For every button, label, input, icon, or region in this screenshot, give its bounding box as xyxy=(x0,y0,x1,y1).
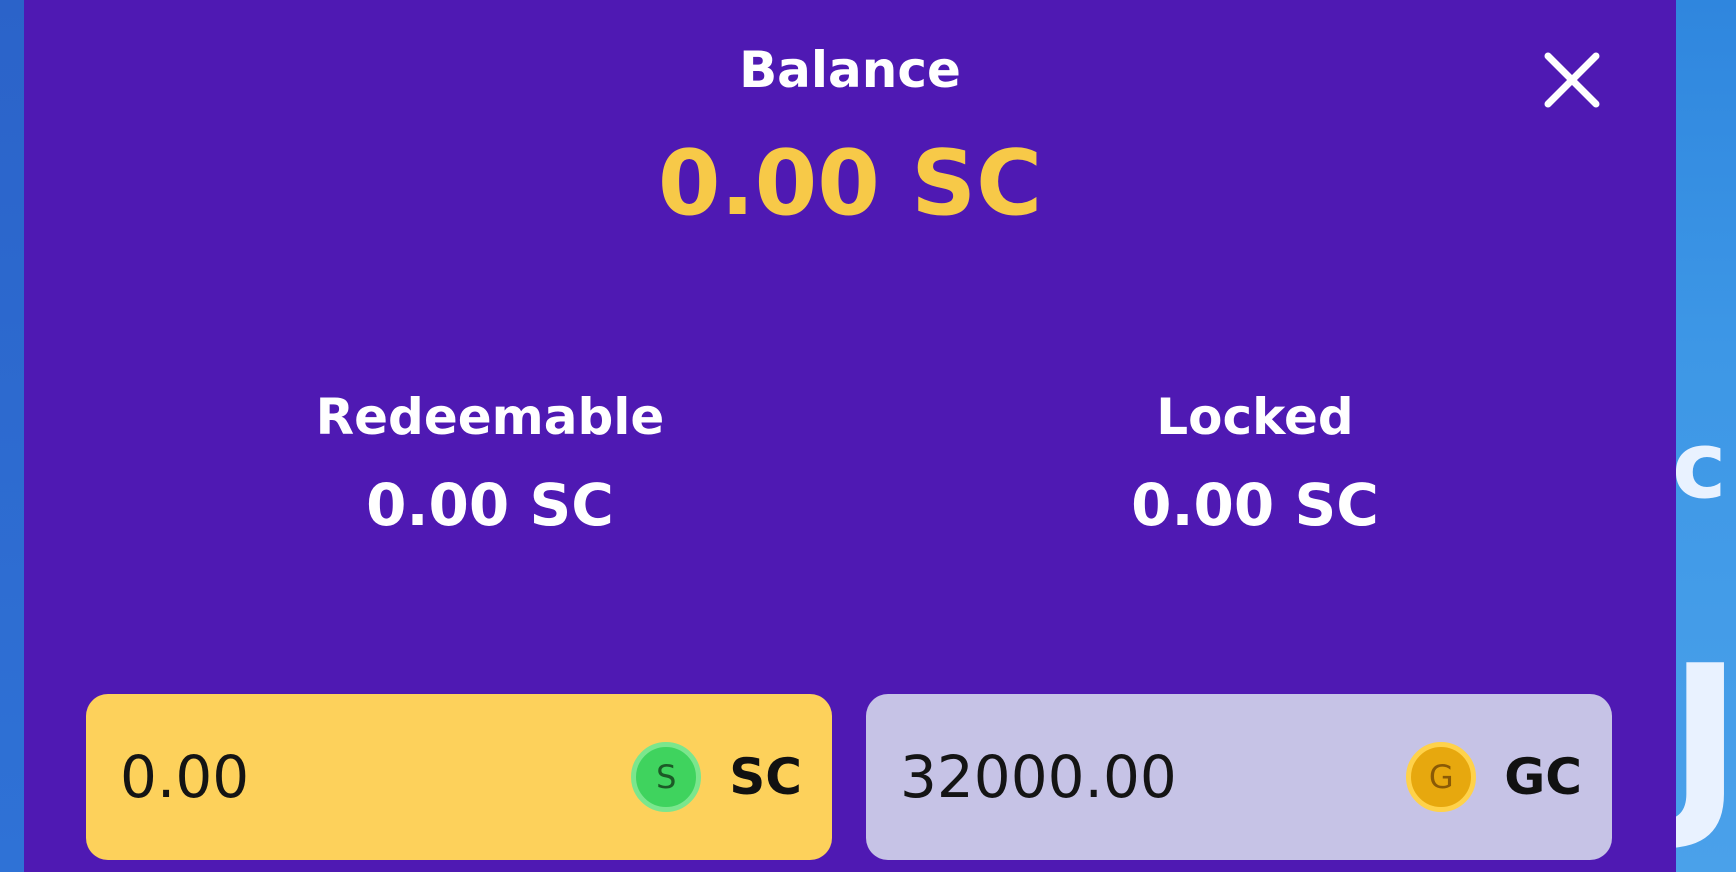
locked-stat: Locked 0.00 SC xyxy=(955,386,1555,540)
locked-value: 0.00 SC xyxy=(1131,471,1379,539)
background-text-fragment: c xyxy=(1672,412,1727,519)
background-text-fragment: J xyxy=(1668,623,1736,856)
gold-coin-field[interactable]: G GC xyxy=(866,694,1612,860)
backdrop-left-edge xyxy=(0,0,24,872)
total-balance-value: 0.00 SC xyxy=(657,131,1043,236)
modal-title: Balance xyxy=(739,41,961,99)
gold-coin-input[interactable] xyxy=(900,743,1407,811)
gold-coin-icon: G xyxy=(1406,742,1477,812)
sweeps-coin-input[interactable] xyxy=(120,743,632,811)
locked-label: Locked xyxy=(1156,388,1354,446)
redeemable-value: 0.00 SC xyxy=(366,471,614,539)
gold-currency-code: GC xyxy=(1504,748,1582,806)
sweeps-coin-icon: S xyxy=(631,742,702,812)
sweeps-currency-code: SC xyxy=(729,748,802,806)
balance-modal: Balance 0.00 SC Redeemable 0.00 SC Locke… xyxy=(24,0,1676,872)
sweeps-coin-field[interactable]: S SC xyxy=(86,694,832,860)
redeemable-label: Redeemable xyxy=(315,388,665,446)
redeemable-stat: Redeemable 0.00 SC xyxy=(190,386,790,540)
